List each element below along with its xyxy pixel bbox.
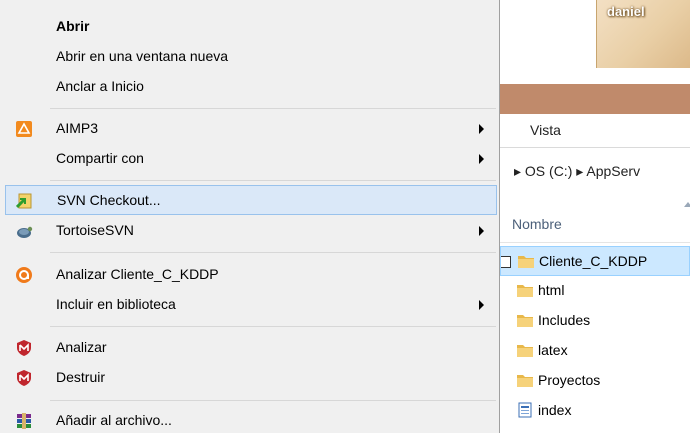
menu-item-label: Analizar	[56, 339, 107, 355]
address-path[interactable]: ▸ OS (C:) ▸ AppServ	[514, 163, 640, 180]
menu-item-analyze[interactable]: Analizar	[5, 333, 497, 363]
menu-item-label: Incluir en biblioteca	[56, 296, 176, 312]
file-row-latex[interactable]: latex	[500, 336, 690, 366]
file-name: index	[538, 402, 572, 418]
menu-item-label: Abrir en una ventana nueva	[56, 48, 229, 64]
menu-item-open[interactable]: Abrir	[5, 12, 497, 42]
submenu-arrow-icon	[479, 226, 484, 236]
menu-item-label: TortoiseSVN	[56, 222, 134, 238]
file-list: Cliente_C_KDDP html Includes latex Proye…	[500, 246, 690, 426]
folder-icon	[517, 345, 533, 357]
menu-item-label: Abrir	[56, 18, 90, 34]
submenu-arrow-icon	[479, 154, 484, 164]
file-row-html[interactable]: html	[500, 276, 690, 306]
context-menu: Abrir Abrir en una ventana nueva Anclar …	[0, 0, 500, 433]
ribbon-divider	[500, 147, 690, 148]
file-name: Cliente_C_KDDP	[539, 253, 648, 269]
avast-icon	[16, 267, 32, 283]
document-icon	[518, 402, 532, 418]
menu-item-label: SVN Checkout...	[57, 192, 161, 208]
menu-item-add-archive[interactable]: Añadir al archivo...	[5, 406, 497, 436]
submenu-arrow-icon	[479, 300, 484, 310]
menu-item-aimp3[interactable]: AIMP3	[5, 114, 497, 144]
window-titlebar	[500, 84, 690, 114]
file-name: latex	[538, 342, 568, 358]
menu-item-label: Añadir al archivo...	[56, 412, 172, 428]
menu-separator	[50, 108, 496, 109]
user-photo-tile: daniel	[596, 0, 690, 68]
menu-separator	[50, 326, 496, 327]
menu-item-label: Analizar Cliente_C_KDDP	[56, 266, 219, 282]
menu-item-label: Anclar a Inicio	[56, 78, 144, 94]
folder-icon	[517, 285, 533, 297]
menu-item-share-with[interactable]: Compartir con	[5, 144, 497, 174]
file-row-includes[interactable]: Includes	[500, 306, 690, 336]
menu-item-label: Compartir con	[56, 150, 144, 166]
column-name-label: Nombre	[512, 216, 562, 232]
folder-icon	[518, 256, 534, 268]
tortoisesvn-icon	[17, 226, 33, 238]
file-name: Proyectos	[538, 372, 601, 388]
winrar-icon	[17, 413, 31, 429]
sort-ascending-icon	[684, 202, 690, 207]
address-bar[interactable]: ▸ OS (C:) ▸ AppServ	[500, 154, 690, 188]
menu-item-open-new-window[interactable]: Abrir en una ventana nueva	[5, 42, 497, 72]
menu-item-destroy[interactable]: Destruir	[5, 363, 497, 393]
row-checkbox[interactable]	[501, 256, 511, 268]
menu-item-pin-start[interactable]: Anclar a Inicio	[5, 72, 497, 102]
menu-item-include-library[interactable]: Incluir en biblioteca	[5, 290, 497, 320]
file-row-cliente[interactable]: Cliente_C_KDDP	[500, 246, 690, 276]
submenu-arrow-icon	[479, 124, 484, 134]
menu-separator	[50, 252, 496, 253]
mcafee-shield-icon	[17, 340, 31, 356]
mcafee-shield-icon	[17, 370, 31, 386]
menu-item-svn-checkout[interactable]: SVN Checkout...	[5, 185, 497, 215]
menu-separator	[50, 400, 496, 401]
photo-label: daniel	[607, 4, 645, 19]
file-row-index[interactable]: index	[500, 396, 690, 426]
menu-item-label: AIMP3	[56, 120, 99, 136]
column-header-name[interactable]: Nombre	[500, 196, 690, 243]
menu-item-tortoisesvn[interactable]: TortoiseSVN	[5, 216, 497, 246]
menu-separator	[50, 180, 496, 181]
menu-item-label: Destruir	[56, 369, 106, 385]
ribbon: Vista	[500, 114, 690, 148]
ribbon-tab-view[interactable]: Vista	[530, 122, 561, 138]
file-name: Includes	[538, 312, 591, 328]
folder-icon	[517, 375, 533, 387]
file-row-proyectos[interactable]: Proyectos	[500, 366, 690, 396]
folder-icon	[517, 315, 533, 327]
svn-checkout-icon	[16, 193, 32, 209]
menu-item-analyze-folder[interactable]: Analizar Cliente_C_KDDP	[5, 260, 497, 290]
aimp-icon	[16, 121, 32, 137]
file-name: html	[538, 282, 565, 298]
